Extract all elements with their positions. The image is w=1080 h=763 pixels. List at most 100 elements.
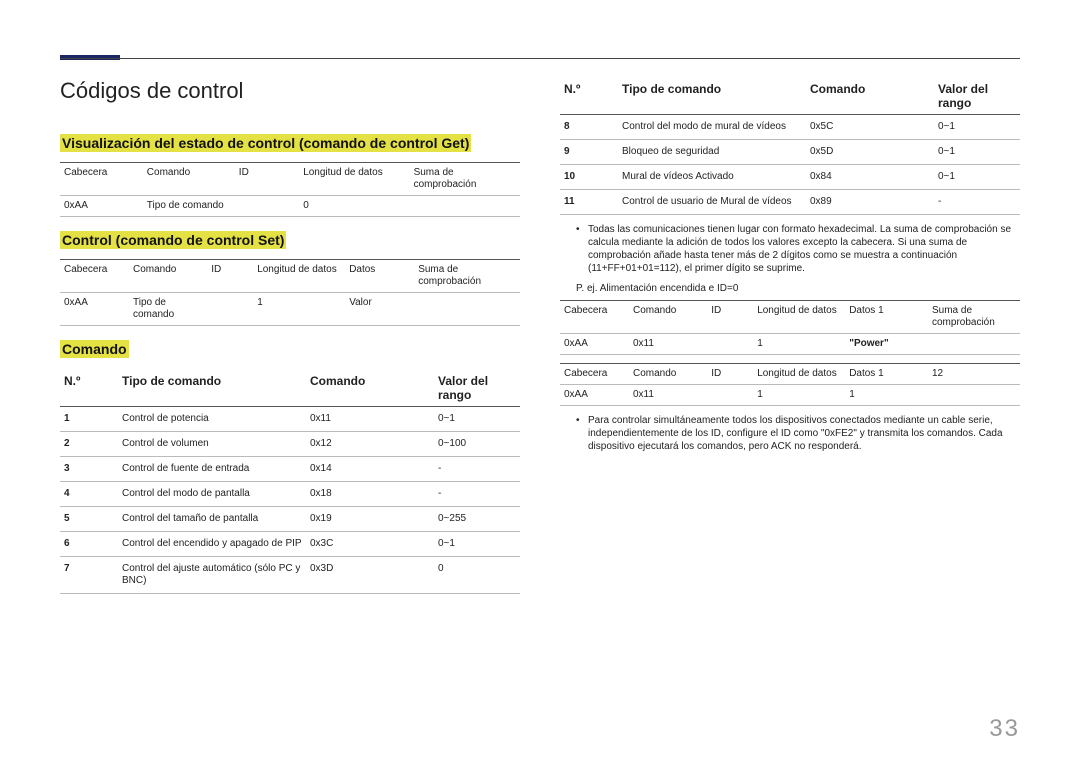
cell-no: 9 (560, 140, 618, 165)
cell-com: 0x3C (306, 532, 434, 557)
td: 1 (253, 293, 345, 326)
document-page: Códigos de control Visualización del est… (0, 0, 1080, 763)
table-row: 11Control de usuario de Mural de vídeos0… (560, 190, 1020, 215)
th: Longitud de datos (753, 301, 845, 334)
cell-tipo: Control de fuente de entrada (118, 457, 306, 482)
td (707, 385, 753, 406)
cell-no: 10 (560, 165, 618, 190)
command-table-right: 8Control del modo de mural de vídeos0x5C… (560, 115, 1020, 215)
th: Longitud de datos (253, 260, 345, 293)
cell-val: 0 (434, 557, 520, 594)
cell-com: 0x19 (306, 507, 434, 532)
td: 0x11 (629, 385, 707, 406)
th: Comando (629, 301, 707, 334)
cell-tipo: Control del ajuste automático (sólo PC y… (118, 557, 306, 594)
th: Datos (345, 260, 414, 293)
cell-no: 11 (560, 190, 618, 215)
td: Valor (345, 293, 414, 326)
cell-tipo: Control del tamaño de pantalla (118, 507, 306, 532)
td: 0x11 (629, 334, 707, 355)
th: Datos 1 (845, 301, 928, 334)
th: Datos 1 (845, 364, 928, 385)
td (928, 334, 1020, 355)
cell-com: 0x14 (306, 457, 434, 482)
cell-val: 0~1 (934, 115, 1020, 140)
td (235, 196, 299, 217)
th: Suma de comprobación (410, 163, 520, 196)
page-number: 33 (989, 715, 1020, 743)
td: 0xAA (560, 385, 629, 406)
cell-com: 0x84 (806, 165, 934, 190)
table-row: 7Control del ajuste automático (sólo PC … (60, 557, 520, 594)
td (928, 385, 1020, 406)
table-row: 2Control de volumen0x120~100 (60, 432, 520, 457)
cell-val: 0~1 (434, 532, 520, 557)
cell-val: 0~100 (434, 432, 520, 457)
th: ID (235, 163, 299, 196)
th: Longitud de datos (299, 163, 409, 196)
cell-no: 3 (60, 457, 118, 482)
cell-com: 0x5C (806, 115, 934, 140)
cell-com: 0x11 (306, 407, 434, 432)
cell-com: 0x3D (306, 557, 434, 594)
th: Valor del rango (934, 78, 1020, 114)
cell-no: 6 (60, 532, 118, 557)
table-row: 5Control del tamaño de pantalla0x190~255 (60, 507, 520, 532)
th: Comando (143, 163, 235, 196)
example-table-a: Cabecera Comando ID Longitud de datos Da… (560, 300, 1020, 355)
cell-val: - (434, 457, 520, 482)
td (414, 293, 520, 326)
td: Power (845, 334, 928, 355)
notes: Todas las comunicaciones tienen lugar co… (576, 223, 1020, 275)
td: Tipo de comando (143, 196, 235, 217)
cell-no: 4 (60, 482, 118, 507)
right-column: N.º Tipo de comando Comando Valor del ra… (560, 38, 1020, 733)
th: N.º (60, 370, 118, 406)
table-row: 9Bloqueo de seguridad0x5D0~1 (560, 140, 1020, 165)
td: 1 (753, 385, 845, 406)
table-row: 3Control de fuente de entrada0x14- (60, 457, 520, 482)
note-bullet: Para controlar simultáneamente todos los… (576, 414, 1020, 453)
left-column: Códigos de control Visualización del est… (60, 38, 520, 733)
table-row: 6Control del encendido y apagado de PIP0… (60, 532, 520, 557)
cell-tipo: Control de potencia (118, 407, 306, 432)
th: Cabecera (60, 163, 143, 196)
cell-com: 0x5D (806, 140, 934, 165)
cell-no: 1 (60, 407, 118, 432)
cell-val: - (434, 482, 520, 507)
table-row: 4Control del modo de pantalla0x18- (60, 482, 520, 507)
th: Valor del rango (434, 370, 520, 406)
td: 0xAA (60, 196, 143, 217)
th: Longitud de datos (753, 364, 845, 385)
th: Comando (306, 370, 434, 406)
cell-tipo: Control del modo de mural de vídeos (618, 115, 806, 140)
td: 0 (299, 196, 409, 217)
table-row: 10Mural de vídeos Activado0x840~1 (560, 165, 1020, 190)
cell-com: 0x18 (306, 482, 434, 507)
cell-val: 0~255 (434, 507, 520, 532)
cell-com: 0x12 (306, 432, 434, 457)
td (410, 196, 520, 217)
th: Tipo de comando (118, 370, 306, 406)
cell-val: 0~1 (934, 165, 1020, 190)
th: Cabecera (560, 364, 629, 385)
example-table-b: Cabecera Comando ID Longitud de datos Da… (560, 363, 1020, 406)
note-bullet: Todas las comunicaciones tienen lugar co… (576, 223, 1020, 275)
section-get-title: Visualización del estado de control (com… (60, 134, 471, 152)
command-table-header: N.º Tipo de comando Comando Valor del ra… (560, 78, 1020, 115)
command-table-header: N.º Tipo de comando Comando Valor del ra… (60, 370, 520, 407)
th: ID (707, 301, 753, 334)
command-table-left: 1Control de potencia0x11 0~1 2Control de v… (60, 407, 520, 594)
page-title: Códigos de control (60, 78, 520, 104)
table-row: 8Control del modo de mural de vídeos0x5C… (560, 115, 1020, 140)
cell-no: 2 (60, 432, 118, 457)
section-set-title: Control (comando de control Set) (60, 231, 286, 249)
th: ID (207, 260, 253, 293)
cell-no: 8 (560, 115, 618, 140)
th: Comando (129, 260, 207, 293)
th: N.º (560, 78, 618, 114)
get-table: Cabecera Comando ID Longitud de datos Su… (60, 162, 520, 217)
section-comando-title: Comando (60, 340, 129, 358)
top-rule (60, 58, 1020, 59)
cell-tipo: Control de volumen (118, 432, 306, 457)
